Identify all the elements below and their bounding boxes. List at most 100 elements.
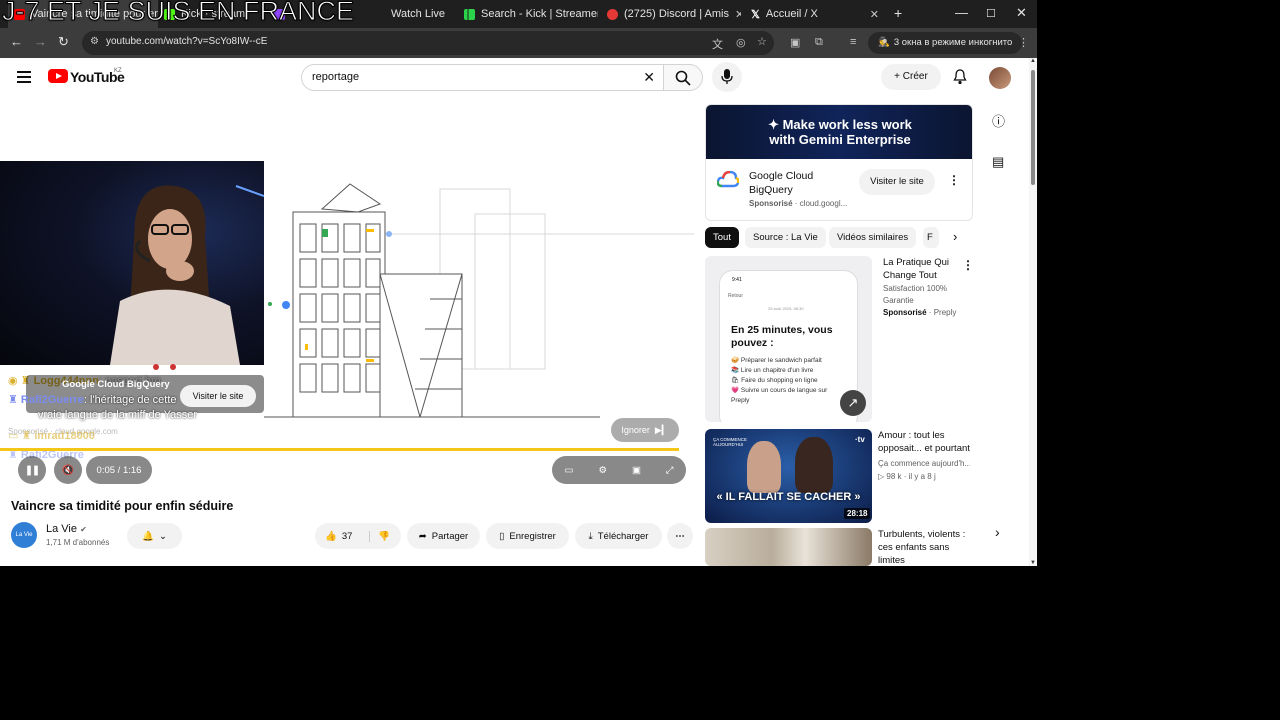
scrollbar-thumb[interactable] [1031, 70, 1035, 185]
create-button[interactable]: + Créer [881, 64, 941, 90]
card-title[interactable]: Turbulents, violents : ces enfants sans … [878, 528, 972, 566]
download-button[interactable]: ⤓ Télécharger [575, 523, 662, 549]
notifications-bell-icon[interactable] [953, 69, 967, 85]
url-text[interactable]: youtube.com/watch?v=ScYo8IW--cE [106, 36, 267, 47]
channel-name-text: La Vie [46, 523, 77, 535]
sidebar-card-preply[interactable]: 9:41 Retour 25 août 2025, 08:30 En 25 mi… [705, 256, 974, 422]
reload-icon[interactable]: ↻ [58, 34, 69, 50]
progress-bar[interactable] [0, 448, 679, 451]
chip-similar[interactable]: Vidéos similaires [829, 227, 917, 248]
subscribe-notification-button[interactable]: 🔔 ⌄ [127, 523, 182, 549]
ad-banner[interactable]: ✦ Make work less work with Gemini Enterp… [706, 105, 972, 159]
youtube-header: YouTube KZ reportage ✕ + Créer [0, 58, 1030, 98]
incognito-icon: 🕵 [878, 37, 890, 48]
ad-visit-site-button[interactable]: Visiter le site [859, 169, 935, 195]
thumbnail-turbulents[interactable] [705, 528, 872, 566]
share-button[interactable]: ➦ Partager [407, 523, 480, 549]
scroll-down-icon[interactable]: ▼ [1030, 560, 1036, 566]
card-title[interactable]: Amour : tout les opposait... et pourtant [878, 429, 972, 455]
settings-gear-icon[interactable]: ⚙ [598, 465, 607, 476]
mute-button[interactable]: 🔇 [54, 456, 82, 484]
tab-title: Accueil / X [765, 8, 818, 20]
ad-visit-site-button[interactable]: Visiter le site [180, 385, 256, 407]
search-icon [675, 70, 691, 86]
search-box[interactable]: reportage ✕ [301, 64, 663, 91]
more-actions-button[interactable]: ⋯ [667, 523, 693, 549]
thumbnail-amour[interactable]: ÇA COMMENCE AUJOURD'HUI ·tv « IL FALLAIT… [705, 429, 872, 523]
chip-more[interactable]: F [923, 227, 939, 248]
video-player[interactable]: ◉ ♜ Logg444nnn: pasport bro Google Cloud… [0, 104, 694, 494]
eye-off-icon[interactable]: ◎ [736, 36, 746, 49]
new-tab-button[interactable]: + [894, 5, 902, 21]
close-tab-icon[interactable]: ✕ [735, 8, 741, 21]
maximize-icon[interactable]: ☐ [986, 7, 996, 20]
chip-source[interactable]: Source : La Vie [745, 227, 826, 248]
close-tab-icon[interactable]: ✕ [870, 8, 879, 21]
close-window-icon[interactable]: ✕ [1016, 5, 1027, 21]
sidebar-next-chevron-icon[interactable]: › [995, 524, 1000, 540]
extension-icon[interactable]: ▣ [790, 36, 800, 49]
channel-name[interactable]: La Vie ✔ [46, 523, 87, 535]
phone-back: Retour [728, 293, 744, 299]
dislike-icon[interactable]: 👎 [369, 530, 390, 542]
theater-mode-icon[interactable]: ▣ [632, 465, 641, 476]
sidebar-card-turbulents[interactable]: Turbulents, violents : ces enfants sans … [705, 528, 971, 566]
back-icon[interactable]: ← [10, 34, 23, 49]
share-icon: ➦ [418, 530, 427, 542]
chips-next-chevron-icon[interactable]: › [953, 229, 957, 244]
ad-more-icon[interactable]: ⋮ [948, 173, 960, 187]
incognito-badge[interactable]: 🕵 3 окна в режиме инкогнито [868, 32, 1023, 54]
subtitles-icon[interactable]: ▭ [564, 465, 573, 476]
country-code: KZ [114, 68, 122, 74]
skip-ad-button[interactable]: Ignorer ▶▎ [611, 418, 679, 442]
chat-feedback-icon[interactable]: ▤ [992, 154, 1004, 170]
chat-message: : l'héritage de cette [83, 394, 177, 406]
tab-x[interactable]: 𝕏 Accueil / X ✕ [745, 0, 885, 28]
forward-icon[interactable]: → [34, 34, 47, 49]
external-link-icon[interactable]: ↗ [840, 390, 866, 416]
download-label: Télécharger [597, 530, 649, 542]
thumb-person-right [795, 437, 833, 493]
address-bar[interactable]: ⚙ youtube.com/watch?v=ScYo8IW--cE 文 ◎ ☆ [82, 31, 774, 55]
menu-dots-icon[interactable]: ⋮ [1018, 36, 1029, 49]
clear-search-icon[interactable]: ✕ [643, 69, 655, 86]
translate-icon[interactable]: 文 [712, 36, 723, 52]
minimize-icon[interactable]: — [955, 5, 968, 20]
voice-search-button[interactable] [712, 62, 742, 92]
ad-advertiser-name[interactable]: Google Cloud BigQuery [749, 169, 849, 197]
media-icon[interactable]: ≡ [850, 36, 856, 48]
tab-streamer-stats[interactable]: Search - Kick | StreamerSta ✕ [458, 0, 598, 28]
youtube-logo-icon[interactable] [48, 69, 68, 83]
ad-domain: cloud.googl... [799, 199, 848, 208]
search-input[interactable]: reportage [312, 71, 359, 83]
card-more-icon[interactable]: ⋮ [962, 258, 974, 272]
card-views: ▷ 98 k · il y a 8 j [878, 472, 936, 481]
site-info-icon[interactable]: ⚙ [90, 36, 99, 47]
phone-list-item: 📚 Lire un chapitre d'un livre [731, 367, 814, 374]
ad-banner-line: ✦ Make work less work [768, 117, 912, 132]
chip-all[interactable]: Tout [705, 227, 739, 248]
chat-line: vraie langue de la miff de Yasser [38, 409, 197, 421]
search-button[interactable] [663, 64, 703, 91]
page-scrollbar[interactable]: ▲ ▼ [1029, 58, 1037, 566]
thumb-caption: « IL FALLAIT SE CACHER » [716, 491, 861, 503]
like-count[interactable]: 37 [342, 531, 353, 542]
save-button[interactable]: ▯ Enregistrer [486, 523, 569, 549]
account-avatar[interactable] [989, 67, 1011, 89]
channel-avatar[interactable]: La Vie [11, 522, 37, 548]
pause-button[interactable]: ❚❚ [18, 456, 46, 484]
save-label: Enregistrer [509, 530, 556, 542]
create-label: Créer [902, 71, 928, 82]
fullscreen-icon[interactable]: ⤢ [666, 465, 674, 476]
thumbnail-preply[interactable]: 9:41 Retour 25 août 2025, 08:30 En 25 mi… [705, 256, 872, 422]
card-title[interactable]: La Pratique Qui Change Tout [883, 256, 963, 282]
sidebar-card-amour[interactable]: ÇA COMMENCE AUJOURD'HUI ·tv « IL FALLAIT… [705, 429, 971, 523]
like-icon[interactable]: 👍 [325, 531, 337, 542]
info-icon[interactable]: ⓘ [992, 111, 1005, 130]
sidebar-ad-card[interactable]: ✦ Make work less work with Gemini Enterp… [705, 104, 973, 221]
tab-discord[interactable]: (2725) Discord | Amis ✕ [601, 0, 741, 28]
bookmark-star-icon[interactable]: ☆ [757, 35, 767, 48]
scroll-up-icon[interactable]: ▲ [1030, 58, 1036, 64]
puzzle-icon[interactable]: ⧉ [815, 36, 823, 49]
hamburger-menu-icon[interactable] [17, 71, 31, 83]
